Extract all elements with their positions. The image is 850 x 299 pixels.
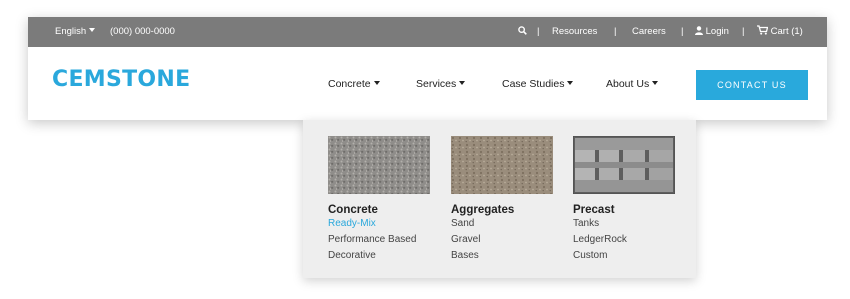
menu-link-decorative[interactable]: Decorative bbox=[328, 248, 430, 264]
careers-link[interactable]: Careers bbox=[632, 17, 666, 47]
chevron-down-icon bbox=[89, 28, 96, 32]
phone-link[interactable]: (000) 000-0000 bbox=[110, 17, 175, 47]
nav-label: Services bbox=[416, 78, 457, 90]
nav-item-concrete[interactable]: Concrete bbox=[328, 78, 380, 90]
logo[interactable]: CEMSTONE bbox=[52, 67, 190, 92]
language-selector[interactable]: English bbox=[55, 17, 96, 47]
menu-link-tanks[interactable]: Tanks bbox=[573, 216, 675, 232]
menu-link-ready-mix[interactable]: Ready-Mix bbox=[328, 216, 430, 232]
search-icon[interactable] bbox=[518, 17, 527, 47]
separator: | bbox=[614, 26, 617, 37]
nav-item-case-studies[interactable]: Case Studies bbox=[502, 78, 574, 90]
chevron-down-icon bbox=[567, 81, 574, 85]
menu-link-custom[interactable]: Custom bbox=[573, 248, 675, 264]
language-label: English bbox=[55, 26, 87, 37]
separator: | bbox=[742, 26, 745, 37]
user-icon bbox=[695, 26, 703, 35]
precast-blocks-image[interactable] bbox=[573, 136, 675, 194]
site-header: English (000) 000-0000 | Resources | Car… bbox=[28, 17, 827, 120]
chevron-down-icon bbox=[652, 81, 659, 85]
gravel-texture-image[interactable] bbox=[328, 136, 430, 194]
nav-label: About Us bbox=[606, 78, 650, 90]
concrete-mega-menu: Concrete Ready-Mix Performance Based Dec… bbox=[303, 120, 696, 278]
nav-label: Case Studies bbox=[502, 78, 565, 90]
column-title: Concrete bbox=[328, 204, 378, 216]
login-label: Login bbox=[705, 26, 729, 37]
menu-link-gravel[interactable]: Gravel bbox=[451, 232, 553, 248]
nav-item-about-us[interactable]: About Us bbox=[606, 78, 659, 90]
separator: | bbox=[681, 26, 684, 37]
nav-item-services[interactable]: Services bbox=[416, 78, 466, 90]
login-link[interactable]: Login bbox=[695, 17, 729, 47]
menu-column-concrete: Concrete Ready-Mix Performance Based Dec… bbox=[328, 136, 430, 264]
cart-link[interactable]: Cart (1) bbox=[757, 17, 803, 47]
contact-us-button[interactable]: CONTACT US bbox=[696, 70, 808, 100]
menu-link-sand[interactable]: Sand bbox=[451, 216, 553, 232]
nav-label: Concrete bbox=[328, 78, 371, 90]
menu-column-precast: Precast Tanks LedgerRock Custom bbox=[573, 136, 675, 264]
separator: | bbox=[537, 26, 540, 37]
chevron-down-icon bbox=[459, 81, 466, 85]
menu-link-ledgerrock[interactable]: LedgerRock bbox=[573, 232, 675, 248]
dirt-texture-image[interactable] bbox=[451, 136, 553, 194]
menu-column-aggregates: Aggregates Sand Gravel Bases bbox=[451, 136, 553, 264]
cart-icon bbox=[757, 25, 769, 35]
menu-link-bases[interactable]: Bases bbox=[451, 248, 553, 264]
menu-link-performance-based[interactable]: Performance Based bbox=[328, 232, 430, 248]
resources-link[interactable]: Resources bbox=[552, 17, 597, 47]
column-title: Aggregates bbox=[451, 204, 515, 216]
utility-bar: English (000) 000-0000 | Resources | Car… bbox=[28, 17, 827, 47]
column-title: Precast bbox=[573, 204, 615, 216]
cart-label: Cart (1) bbox=[770, 26, 803, 37]
chevron-down-icon bbox=[373, 81, 380, 85]
